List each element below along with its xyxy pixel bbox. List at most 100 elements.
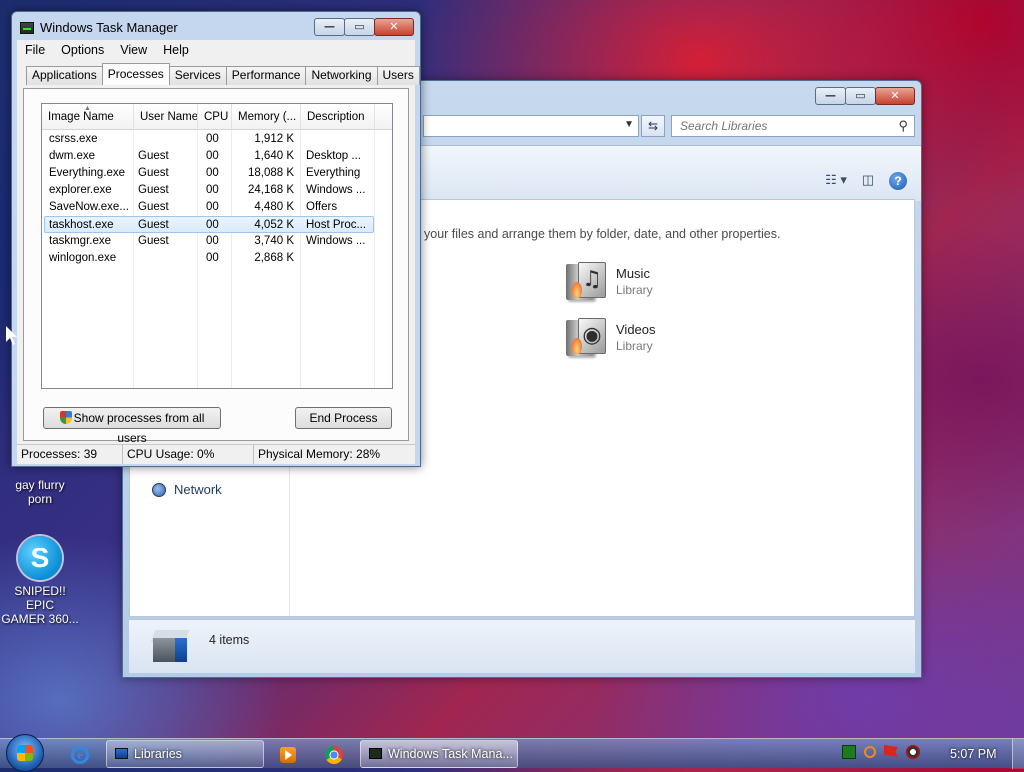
library-item-videos[interactable]: ◉ Videos Library [564,316,656,360]
cpu-meter-icon[interactable] [842,745,856,759]
table-row[interactable]: csrss.exe 00 1,912 K [44,131,374,148]
chevron-down-icon[interactable]: ▼ [624,119,634,130]
table-row[interactable]: Everything.exe Guest 00 18,088 K Everyth… [44,165,374,182]
menu-view[interactable]: View [112,40,155,61]
column-header-memory[interactable]: Memory (... [232,104,301,130]
desktop-icon-skype-video[interactable]: S SNIPED!! EPIC GAMER 360... [0,536,80,626]
cell-image-name: taskmgr.exe [49,235,111,247]
system-tray [842,745,920,759]
minimize-button[interactable]: — [815,87,846,105]
refresh-button[interactable]: ⇆ [641,115,665,137]
menu-options[interactable]: Options [53,40,112,61]
cell-cpu: 00 [206,235,219,247]
system-clock[interactable]: 5:07 PM [950,739,997,769]
column-header-cpu[interactable]: CPU [198,104,232,130]
media-player-icon [280,746,296,763]
search-box[interactable]: ⚲ [671,115,915,137]
videos-library-icon: ◉ [564,316,608,360]
column-header-label: CPU [204,111,229,123]
cell-cpu: 00 [206,133,219,145]
taskbar-item-libraries[interactable]: Libraries [106,740,264,768]
nav-item-label: Network [174,482,222,497]
pinned-internet-explorer[interactable]: e [60,741,100,767]
tab-applications[interactable]: Applications [26,66,103,85]
show-all-processes-button[interactable]: Show processes from all users [43,407,221,445]
uac-shield-icon [59,411,72,424]
minimize-button[interactable]: — [314,18,345,36]
status-physical-memory: Physical Memory: 28% [258,447,381,461]
internet-explorer-icon: e [71,745,89,764]
maximize-button[interactable]: ▭ [845,87,876,105]
tab-processes[interactable]: Processes [101,63,170,85]
column-header-user-name[interactable]: User Name [134,104,198,130]
maximize-button[interactable]: ▭ [344,18,375,36]
search-tray-icon[interactable] [864,746,876,758]
close-button[interactable]: ✕ [875,87,915,105]
network-icon [152,482,166,497]
desktop-icon-gay-flurry[interactable]: gay flurry porn [0,462,80,506]
table-row[interactable]: explorer.exe Guest 00 24,168 K Windows .… [44,182,374,199]
table-row[interactable]: winlogon.exe 00 2,868 K [44,250,374,267]
tab-performance[interactable]: Performance [225,66,307,85]
process-list[interactable]: ▲ Image Name User Name CPU Memory (... D… [41,103,393,389]
desktop-icon-label: porn [27,492,53,506]
libraries-icon [150,630,190,664]
status-processes: Processes: 39 [17,445,123,464]
end-process-button[interactable]: End Process [295,407,392,429]
column-header-image-name[interactable]: ▲ Image Name [42,104,134,130]
status-bar: Processes: 39 CPU Usage: 0% Physical Mem… [17,444,415,464]
task-manager-body: Applications Processes Services Performa… [17,61,420,445]
cell-description [306,250,374,267]
cell-user-name [138,250,196,267]
button-label: End Process [309,411,378,425]
cell-cpu: 00 [206,167,219,179]
table-row-selected[interactable]: taskhost.exe Guest 00 4,052 K Host Proc.… [44,216,374,233]
change-view-icon[interactable]: ☷ ▾ [825,172,847,190]
tab-users[interactable]: Users [376,66,420,85]
cell-user-name: Guest [138,201,169,213]
pinned-media-player[interactable] [268,741,308,767]
cell-description [306,131,374,148]
cell-description: Windows ... [306,184,366,196]
taskbar-item-label: Libraries [134,747,182,761]
address-bar[interactable]: ▼ [423,115,639,137]
task-manager-icon [20,21,34,34]
button-label: Show processes from all users [73,411,205,445]
close-button[interactable]: ✕ [374,18,414,36]
search-input[interactable] [672,116,882,136]
cell-user-name: Guest [138,219,169,231]
library-type: Library [616,339,653,353]
menu-file[interactable]: File [17,40,53,61]
window-title-text: Windows Task Manager [40,20,178,35]
preview-pane-icon[interactable]: ◫ [857,172,879,190]
help-icon[interactable]: ? [889,172,907,190]
tab-networking[interactable]: Networking [305,66,378,85]
cell-image-name: explorer.exe [49,184,112,196]
menu-help[interactable]: Help [155,40,197,61]
table-row[interactable]: taskmgr.exe Guest 00 3,740 K Windows ... [44,233,374,250]
cell-memory: 4,052 K [254,219,294,231]
cell-memory: 2,868 K [254,252,294,264]
show-desktop-button[interactable] [1012,739,1024,769]
column-header-label: Image Name [48,111,114,123]
nav-item-network[interactable]: Network [152,482,222,497]
volume-icon[interactable] [906,745,920,759]
cell-image-name: dwm.exe [49,150,96,162]
column-header-label: Memory (... [238,111,297,123]
table-row[interactable]: dwm.exe Guest 00 1,640 K Desktop ... [44,148,374,165]
table-row[interactable]: SaveNow.exe... Guest 00 4,480 K Offers [44,199,374,216]
status-cpu-usage: CPU Usage: 0% [123,445,254,464]
column-header-description[interactable]: Description [301,104,375,130]
details-pane: 4 items [129,619,915,673]
window-title: Windows Task Manager [20,20,178,35]
taskbar-item-task-manager[interactable]: Windows Task Mana... [360,740,518,768]
window-caption-buttons: — ▭ ✕ [314,18,414,36]
pinned-chrome[interactable] [314,741,354,767]
library-item-music[interactable]: ♫ Music Library [564,260,653,304]
cell-memory: 3,740 K [254,235,294,247]
start-button[interactable] [6,734,44,772]
search-icon[interactable]: ⚲ [898,118,908,134]
library-name: Music [616,266,650,281]
action-center-flag-icon[interactable] [884,745,898,757]
tab-services[interactable]: Services [168,66,227,85]
